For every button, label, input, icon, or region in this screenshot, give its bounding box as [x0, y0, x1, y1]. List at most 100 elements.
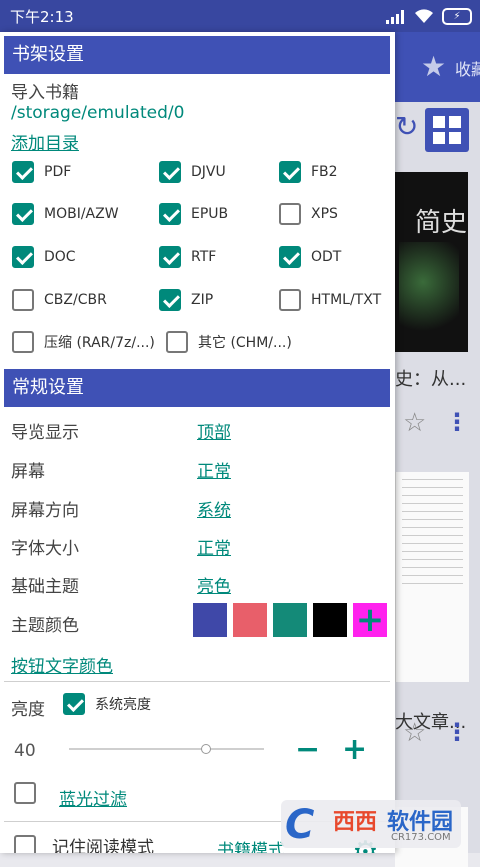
checkbox-box[interactable]: [159, 246, 181, 268]
book-title: 史：从...: [395, 369, 467, 390]
brightness-value: 40: [14, 741, 36, 761]
theme-color-swatch[interactable]: [233, 603, 267, 637]
plus-icon[interactable]: +: [353, 603, 387, 637]
checkbox-box[interactable]: [12, 246, 34, 268]
settings-drawer: 书架设置 导入书籍 /storage/emulated/0 添加目录 PDF DJ…: [0, 32, 395, 853]
import-path: /storage/emulated/0: [11, 103, 185, 123]
format-label: RTF: [191, 249, 217, 265]
book-cover: [395, 472, 469, 682]
wifi-icon: [415, 9, 433, 23]
format-label: EPUB: [191, 206, 229, 222]
checkbox-box[interactable]: [159, 289, 181, 311]
checkbox-box[interactable]: [279, 161, 301, 183]
format-checkbox[interactable]: 其它 (CHM/...): [166, 331, 292, 353]
checkbox-box[interactable]: [12, 331, 34, 353]
checkbox-box[interactable]: [12, 161, 34, 183]
more-vert-icon: ⋮: [445, 718, 469, 746]
system-brightness-checkbox[interactable]: 系统亮度: [63, 693, 151, 715]
battery-icon: ⚡: [442, 8, 472, 25]
checkbox-box[interactable]: [63, 693, 85, 715]
signal-icon: [386, 9, 404, 24]
brightness-label: 亮度: [11, 700, 45, 720]
checkbox-box[interactable]: [159, 161, 181, 183]
book-cover-title: 简史: [415, 208, 468, 238]
format-label: XPS: [311, 206, 338, 222]
setting-label: 字体大小: [11, 539, 79, 559]
format-checkbox[interactable]: RTF: [159, 246, 216, 268]
checkbox-box[interactable]: [12, 289, 34, 311]
checkbox-box[interactable]: [159, 203, 181, 225]
import-books-label: 导入书籍: [11, 83, 79, 103]
background-toolbar-label: 收藏: [455, 60, 480, 79]
button-text-color-link[interactable]: 按钮文字颜色: [11, 652, 113, 677]
star-outline-icon: ☆: [403, 718, 427, 748]
format-checkbox[interactable]: MOBI/AZW: [12, 203, 119, 225]
checkbox-box[interactable]: [14, 834, 36, 853]
checkbox-box[interactable]: [279, 203, 301, 225]
setting-value-link[interactable]: 亮色: [197, 572, 231, 597]
setting-label: 导览显示: [11, 423, 79, 443]
watermark-logo: C 西西 软件园 CR173.COM: [281, 800, 461, 848]
grid-view-icon: [425, 108, 469, 152]
remember-mode-label: 记住阅读模式: [52, 838, 154, 853]
blue-filter-link[interactable]: 蓝光过滤: [59, 785, 127, 810]
checkbox-box[interactable]: [279, 246, 301, 268]
format-checkbox[interactable]: ZIP: [159, 289, 213, 311]
brightness-slider[interactable]: [69, 744, 264, 754]
theme-color-label: 主题颜色: [11, 616, 79, 636]
library-settings-header: 书架设置: [4, 36, 390, 74]
setting-label: 屏幕: [11, 462, 45, 482]
format-checkbox[interactable]: DOC: [12, 246, 76, 268]
background-app: ★ 收藏 ↻ 简史 史：从... ☆ ⋮ 大文章... ☆ ⋮: [395, 32, 480, 867]
format-label: PDF: [44, 164, 72, 180]
general-settings-header: 常规设置: [4, 369, 390, 407]
checkbox-box[interactable]: [166, 331, 188, 353]
star-icon: ★: [421, 50, 447, 83]
format-label: ZIP: [191, 292, 214, 308]
checkbox-box[interactable]: [279, 289, 301, 311]
system-brightness-label: 系统亮度: [95, 697, 151, 713]
checkbox-box[interactable]: [14, 782, 36, 804]
book-mode-link[interactable]: 书籍模式: [217, 836, 285, 853]
format-label: ODT: [311, 249, 342, 265]
format-checkbox[interactable]: FB2: [279, 161, 338, 183]
more-vert-icon: ⋮: [445, 408, 469, 436]
format-checkbox[interactable]: HTML/TXT: [279, 289, 381, 311]
add-directory-link[interactable]: 添加目录: [11, 129, 79, 154]
format-label: HTML/TXT: [311, 292, 382, 308]
theme-color-swatch[interactable]: [273, 603, 307, 637]
setting-value-link[interactable]: 顶部: [197, 418, 231, 443]
format-label: 其它 (CHM/...): [198, 335, 292, 351]
brightness-slider-thumb[interactable]: [200, 744, 211, 754]
star-outline-icon: ☆: [403, 408, 427, 438]
format-label: FB2: [311, 164, 338, 180]
theme-color-swatch[interactable]: [313, 603, 347, 637]
setting-value-link[interactable]: 正常: [197, 534, 231, 559]
status-bar: 下午2:13 ⚡: [0, 0, 480, 32]
format-label: CBZ/CBR: [44, 292, 107, 308]
theme-color-swatch[interactable]: [193, 603, 227, 637]
setting-label: 屏幕方向: [11, 501, 79, 521]
format-checkbox[interactable]: CBZ/CBR: [12, 289, 107, 311]
background-toolbar: ★ 收藏: [395, 32, 480, 102]
format-checkbox[interactable]: EPUB: [159, 203, 228, 225]
format-checkbox[interactable]: ODT: [279, 246, 341, 268]
format-label: DJVU: [191, 164, 226, 180]
format-checkbox[interactable]: 压缩 (RAR/7z/...): [12, 331, 155, 353]
format-checkbox[interactable]: DJVU: [159, 161, 226, 183]
format-checkbox[interactable]: XPS: [279, 203, 338, 225]
refresh-icon: ↻: [395, 110, 419, 143]
setting-label: 基础主题: [11, 577, 79, 597]
format-label: MOBI/AZW: [44, 206, 119, 222]
remember-mode-checkbox[interactable]: 记住阅读模式: [14, 833, 154, 853]
minus-icon[interactable]: −: [295, 735, 320, 765]
format-checkbox[interactable]: PDF: [12, 161, 71, 183]
format-label: DOC: [44, 249, 76, 265]
blue-filter-checkbox[interactable]: [14, 782, 36, 804]
book-cover: 简史: [395, 172, 468, 352]
plus-icon[interactable]: +: [342, 735, 367, 765]
status-time: 下午2:13: [10, 8, 74, 26]
setting-value-link[interactable]: 系统: [197, 496, 231, 521]
setting-value-link[interactable]: 正常: [197, 457, 231, 482]
checkbox-box[interactable]: [12, 203, 34, 225]
